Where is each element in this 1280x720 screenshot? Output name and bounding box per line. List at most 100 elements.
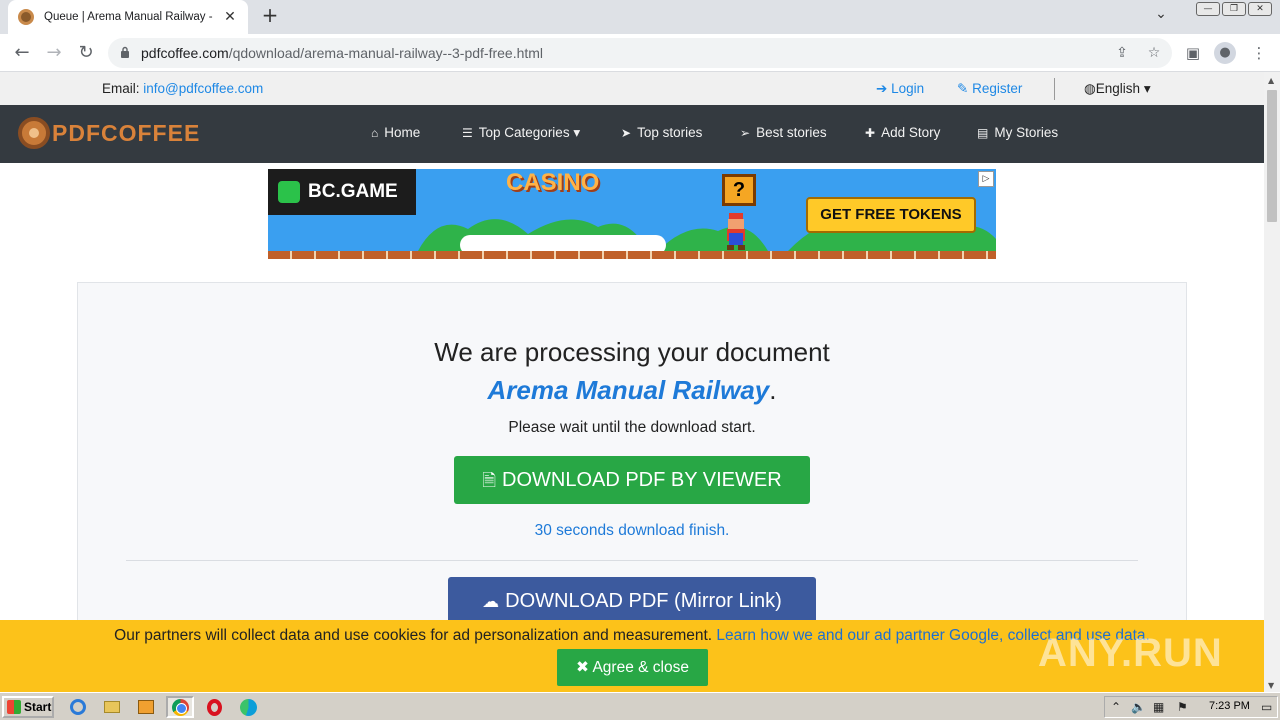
lock-icon — [121, 46, 129, 58]
windows-taskbar: Start ⌃ 🔈 ▦ ⚑ 7:23 PM ▭ — [0, 692, 1280, 720]
explorer-taskbar-icon[interactable] — [98, 696, 126, 718]
profile-icon[interactable]: ● — [1214, 42, 1236, 64]
page-scrollbar[interactable]: ▲ ▼ — [1264, 72, 1280, 692]
main-navbar: PDFCOFFEE ⌂ Home ☰ Top Categories ▾ ➤ Top s… — [0, 105, 1264, 163]
globe-icon: ◍ — [1084, 81, 1096, 96]
share-icon[interactable]: ⇪ — [1112, 43, 1132, 63]
url-text: pdfcoffee.com/qdownload/arema-manual-rai… — [141, 45, 544, 61]
favicon-icon — [18, 9, 34, 25]
tray-expand-icon[interactable]: ⌃ — [1111, 700, 1121, 714]
forward-icon[interactable]: → — [42, 41, 66, 65]
window-controls: — ❐ ✕ — [1196, 2, 1272, 16]
menu-icon[interactable]: ⋮ — [1248, 42, 1270, 64]
nav-home[interactable]: ⌂ Home — [371, 125, 420, 140]
ad-cta-button[interactable]: GET FREE TOKENS — [806, 197, 976, 233]
question-block-icon: ? — [722, 174, 756, 206]
start-button[interactable]: Start — [2, 696, 54, 718]
clock[interactable]: 7:23 PM — [1209, 700, 1250, 712]
scroll-up-icon[interactable]: ▲ — [1268, 76, 1274, 85]
volume-icon[interactable]: 🔈 — [1131, 700, 1146, 714]
download-viewer-button[interactable]: 🗎 DOWNLOAD PDF BY VIEWER — [454, 456, 810, 504]
page-viewport: Email: info@pdfcoffee.com ➔ Login ✎ Regi… — [0, 72, 1264, 692]
new-tab-button[interactable]: + — [258, 4, 282, 28]
nav-add-story[interactable]: ✚ Add Story — [865, 125, 940, 140]
email-link[interactable]: info@pdfcoffee.com — [143, 81, 263, 96]
wait-message: Please wait until the download start. — [508, 419, 756, 436]
opera-taskbar-icon[interactable] — [200, 696, 228, 718]
bc-game-logo-icon — [278, 181, 300, 203]
opera-icon — [206, 698, 222, 716]
minimize-icon[interactable]: — — [1196, 2, 1220, 16]
close-icon: ✖ — [576, 659, 590, 676]
nav-my-stories[interactable]: ▤ My Stories — [977, 125, 1058, 140]
document-title: Arema Manual Railway. — [487, 375, 777, 405]
media-taskbar-icon[interactable] — [132, 696, 160, 718]
scroll-thumb[interactable] — [1267, 90, 1277, 222]
restore-icon[interactable]: ❐ — [1222, 2, 1246, 16]
show-desktop-icon[interactable]: ▭ — [1261, 700, 1272, 714]
language-dropdown[interactable]: ◍English ▾ — [1084, 81, 1151, 97]
flag-icon[interactable]: ⚑ — [1177, 700, 1188, 714]
processing-heading: We are processing your document — [434, 337, 830, 367]
login-link[interactable]: ➔ Login — [876, 81, 924, 97]
internet-explorer-icon — [70, 699, 86, 715]
file-icon: ▤ — [977, 126, 989, 140]
tab-search-icon[interactable]: ⌄ — [1150, 6, 1172, 28]
close-window-icon[interactable]: ✕ — [1248, 2, 1272, 16]
edit-icon: ✎ — [957, 81, 969, 96]
ad-ground-graphic — [268, 251, 996, 259]
logo-text: PDFCOFFEE — [52, 119, 201, 146]
tab-title: Queue | Arema Manual Railway - PDF — [44, 11, 216, 23]
tab-close-icon[interactable]: ✕ — [222, 9, 238, 25]
back-icon[interactable]: ← — [10, 41, 34, 65]
reload-icon[interactable]: ↻ — [74, 41, 98, 65]
site-logo[interactable]: PDFCOFFEE — [18, 117, 200, 149]
download-mirror-button[interactable]: ☁ DOWNLOAD PDF (Mirror Link) — [448, 577, 816, 625]
paper-plane-icon: ➢ — [740, 126, 751, 140]
nav-top-categories[interactable]: ☰ Top Categories ▾ — [462, 125, 580, 141]
nav-best-stories[interactable]: ➢ Best stories — [740, 125, 827, 140]
edge-taskbar-icon[interactable] — [234, 696, 262, 718]
mario-character-icon — [727, 213, 745, 250]
contact-bar: Email: info@pdfcoffee.com ➔ Login ✎ Regi… — [0, 72, 1264, 105]
browser-tab[interactable]: Queue | Arema Manual Railway - PDF ✕ — [8, 0, 248, 34]
nav-top-stories[interactable]: ➤ Top stories — [621, 125, 702, 140]
system-tray: ⌃ 🔈 ▦ ⚑ 7:23 PM ▭ — [1104, 696, 1278, 718]
side-panel-icon[interactable]: ▣ — [1182, 42, 1204, 64]
chrome-icon — [171, 698, 189, 716]
network-icon[interactable]: ▦ — [1153, 700, 1164, 714]
scroll-down-icon[interactable]: ▼ — [1268, 681, 1274, 690]
browser-toolbar: ← → ↻ pdfcoffee.com/qdownload/arema-manu… — [0, 34, 1280, 72]
list-icon: ☰ — [462, 126, 473, 140]
windows-logo-icon — [7, 700, 21, 714]
ad-choices-icon[interactable]: ▷ — [978, 171, 994, 187]
divider — [126, 560, 1138, 561]
register-link[interactable]: ✎ Register — [957, 81, 1022, 97]
ad-headline: CASINO — [506, 169, 600, 196]
cloud-download-icon: ☁ — [482, 592, 500, 611]
caret-down-icon: ▾ — [1140, 81, 1151, 96]
anyrun-watermark: ANY.RUN — [1038, 631, 1223, 675]
chrome-taskbar-icon[interactable] — [166, 696, 194, 718]
pdf-file-icon: 🗎 — [482, 471, 496, 490]
ad-brand-text: BC.GAME — [308, 181, 398, 202]
login-icon: ➔ — [876, 81, 888, 96]
ie-taskbar-icon[interactable] — [64, 696, 92, 718]
ad-banner[interactable]: BC.GAME CASINO ? GET FREE TOKENS ▷ — [268, 169, 996, 259]
home-icon: ⌂ — [371, 126, 379, 140]
email-info: Email: info@pdfcoffee.com — [102, 81, 264, 96]
bookmark-star-icon[interactable]: ☆ — [1144, 43, 1164, 63]
browser-tab-bar: Queue | Arema Manual Railway - PDF ✕ + ⌄… — [0, 0, 1280, 34]
caret-down-icon: ▾ — [569, 125, 581, 140]
address-bar[interactable]: pdfcoffee.com/qdownload/arema-manual-rai… — [108, 38, 1172, 68]
paper-plane-icon: ➤ — [621, 126, 632, 140]
edge-icon — [239, 698, 257, 716]
media-player-icon — [138, 700, 154, 714]
divider — [1054, 78, 1055, 100]
countdown-text: 30 seconds download finish. — [534, 522, 730, 539]
cookie-consent-bar: Our partners will collect data and use c… — [0, 620, 1264, 692]
agree-close-button[interactable]: ✖ Agree & close — [557, 649, 708, 686]
coffee-logo-icon — [18, 117, 50, 149]
folder-icon — [104, 701, 120, 713]
plus-icon: ✚ — [865, 126, 876, 140]
